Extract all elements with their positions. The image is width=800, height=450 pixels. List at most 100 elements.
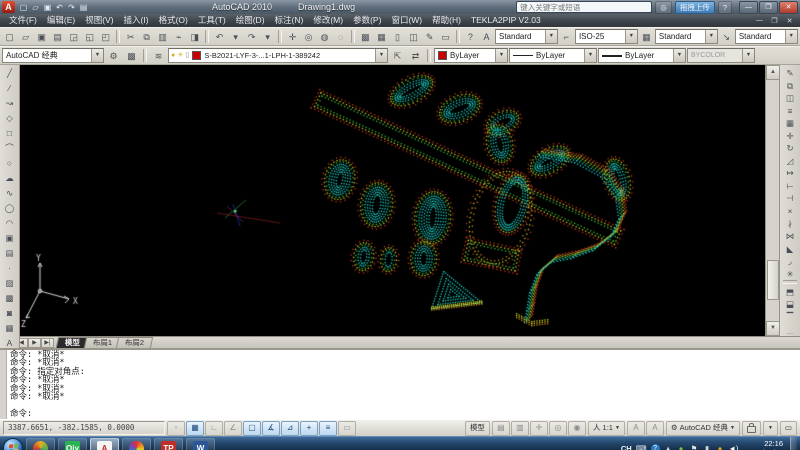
quickcalc-icon[interactable]: ▭	[438, 29, 453, 45]
otrack-toggle[interactable]: ∡	[262, 421, 280, 436]
quick-view-drawings-icon[interactable]: ▥	[511, 421, 529, 436]
rectangle-icon[interactable]: □	[1, 126, 18, 141]
copy-object-icon[interactable]: ⧉	[782, 79, 799, 92]
offset-icon[interactable]: ≡	[782, 104, 799, 117]
snap-toggle[interactable]: ▫	[167, 421, 185, 436]
workspace-combo[interactable]: AutoCAD 经典 ▼	[2, 48, 104, 63]
show-desktop-button[interactable]	[790, 437, 797, 450]
pan-status-icon[interactable]: ✛	[530, 421, 548, 436]
menu-item-10[interactable]: 窗口(W)	[386, 14, 427, 27]
chevron-down-icon[interactable]: ▼	[625, 30, 637, 43]
ducs-toggle[interactable]: ⊿	[281, 421, 299, 436]
scroll-up-icon[interactable]: ▲	[766, 65, 780, 80]
annotation-scale-button[interactable]: 人 1:1▼	[588, 421, 625, 436]
pan-icon[interactable]: ✛	[285, 29, 300, 45]
properties-icon[interactable]: ▩	[358, 29, 373, 45]
open-icon[interactable]: ▱	[18, 29, 33, 45]
point-icon[interactable]: ·	[1, 261, 18, 276]
join-icon[interactable]: ⋈	[782, 229, 799, 242]
quick-view-layouts-icon[interactable]: ▤	[492, 421, 510, 436]
arc-icon[interactable]: ⌒	[1, 141, 18, 156]
autocad-logo-icon[interactable]: A	[2, 1, 15, 13]
dim-style-combo[interactable]: ISO-25▼	[575, 29, 638, 44]
menu-item-12[interactable]: TEKLA2PIP V2.03	[466, 14, 546, 27]
table-style-combo-icon[interactable]: ▦	[639, 29, 654, 45]
doc-close-button[interactable]: ✕	[783, 17, 796, 25]
new-icon[interactable]: ▢	[2, 29, 17, 45]
steering-wheel-icon[interactable]: ◉	[568, 421, 586, 436]
insert-block-icon[interactable]: ▣	[1, 231, 18, 246]
taskbar-app-iqiyi[interactable]: Qiy	[58, 438, 87, 450]
command-window-grip[interactable]	[0, 350, 7, 419]
trim-icon[interactable]: ⊢	[782, 179, 799, 192]
block-editor-icon[interactable]: ◨	[187, 29, 202, 45]
battery-icon[interactable]: ▮	[703, 444, 712, 450]
designcenter-icon[interactable]: ▦	[374, 29, 389, 45]
draworder-back-icon[interactable]: ⬓	[782, 297, 799, 310]
sheetset-icon[interactable]: ◫	[406, 29, 421, 45]
lwt-toggle[interactable]: ≡	[319, 421, 337, 436]
zoom-window-icon[interactable]: ◍	[317, 29, 332, 45]
ortho-toggle[interactable]: ∟	[205, 421, 223, 436]
3ddwf-icon[interactable]: ◰	[98, 29, 113, 45]
chevron-down-icon[interactable]: ▼	[705, 30, 717, 43]
command-window[interactable]: 命令: *取消*命令: *取消*命令: 指定对角点:命令: *取消*命令: *取…	[0, 348, 800, 419]
menu-item-1[interactable]: 编辑(E)	[42, 14, 80, 27]
start-button[interactable]	[3, 438, 23, 450]
clean-screen-button[interactable]: ▭	[780, 421, 797, 436]
qp-toggle[interactable]: ▭	[338, 421, 356, 436]
scroll-thumb[interactable]	[767, 260, 779, 300]
dyn-toggle[interactable]: +	[300, 421, 318, 436]
zoom-status-icon[interactable]: ◎	[549, 421, 567, 436]
menu-item-3[interactable]: 插入(I)	[119, 14, 154, 27]
taskbar-app-player[interactable]: TP	[154, 438, 183, 450]
spline-icon[interactable]: ∿	[1, 186, 18, 201]
redo-arrow-icon[interactable]: ▾	[260, 29, 275, 45]
toolbar-lock-button[interactable]	[742, 421, 761, 436]
menu-item-5[interactable]: 工具(T)	[193, 14, 231, 27]
layer-combo[interactable]: ● ☀ ▯ S-B2021-LYF-3-...1-LPH-1-389242 ▼	[168, 48, 388, 63]
paste-icon[interactable]: ▥	[155, 29, 170, 45]
color-combo[interactable]: ByLayer ▼	[434, 48, 508, 63]
help-button[interactable]: ?	[718, 1, 732, 14]
qat-redo-icon[interactable]: ↷	[66, 3, 77, 12]
fillet-icon[interactable]: ◞	[782, 254, 799, 267]
polygon-icon[interactable]: ◇	[1, 111, 18, 126]
break-point-icon[interactable]: ×	[782, 204, 799, 217]
extend-icon[interactable]: ⊣	[782, 191, 799, 204]
update-icon[interactable]: ●	[716, 444, 725, 450]
help-tray-icon[interactable]: ?	[651, 444, 660, 450]
move-icon[interactable]: ✛	[782, 129, 799, 142]
next-tab-icon[interactable]: ▶	[28, 338, 41, 348]
help-icon[interactable]: ?	[463, 29, 478, 45]
workspace-switch-button[interactable]: ⚙ AutoCAD 经典 ▼	[666, 421, 740, 436]
explode-icon[interactable]: ✳	[782, 267, 799, 280]
ellipse-arc-icon[interactable]: ◠	[1, 216, 18, 231]
menu-item-2[interactable]: 视图(V)	[80, 14, 118, 27]
make-block-icon[interactable]: ▤	[1, 246, 18, 261]
layer-properties-icon[interactable]: ≋	[150, 48, 167, 64]
chevron-down-icon[interactable]: ▼	[545, 30, 557, 43]
keyboard-tray-icon[interactable]: ⌨	[636, 444, 647, 450]
annotation-autoscale-icon[interactable]: A	[646, 421, 664, 436]
lineweight-combo[interactable]: ByLayer ▼	[598, 48, 686, 63]
draworder-under-icon[interactable]: ▁	[782, 323, 799, 336]
zoom-previous-icon[interactable]: ◌	[333, 29, 348, 45]
taskbar-app-swirl[interactable]	[26, 438, 55, 450]
qat-new-icon[interactable]: ▢	[18, 3, 29, 12]
revision-cloud-icon[interactable]: ☁	[1, 171, 18, 186]
save-icon[interactable]: ▣	[34, 29, 49, 45]
markup-icon[interactable]: ✎	[422, 29, 437, 45]
communication-center-icon[interactable]: ◎	[655, 1, 672, 14]
menu-item-0[interactable]: 文件(F)	[4, 14, 42, 27]
layer-freeze-icon[interactable]: ☀	[177, 50, 183, 61]
chevron-down-icon[interactable]: ▼	[673, 49, 685, 62]
annotation-visibility-icon[interactable]: A	[627, 421, 645, 436]
workspace-settings-icon[interactable]: ⚙	[105, 48, 122, 64]
taskbar-app-autocad[interactable]: A	[90, 438, 119, 450]
polar-toggle[interactable]: ∠	[224, 421, 242, 436]
doc-restore-button[interactable]: ❐	[768, 17, 781, 25]
taskbar-clock[interactable]: 22:16 2016/12/12	[745, 439, 783, 450]
construction-line-icon[interactable]: ∕	[1, 81, 18, 96]
ellipse-icon[interactable]: ◯	[1, 201, 18, 216]
